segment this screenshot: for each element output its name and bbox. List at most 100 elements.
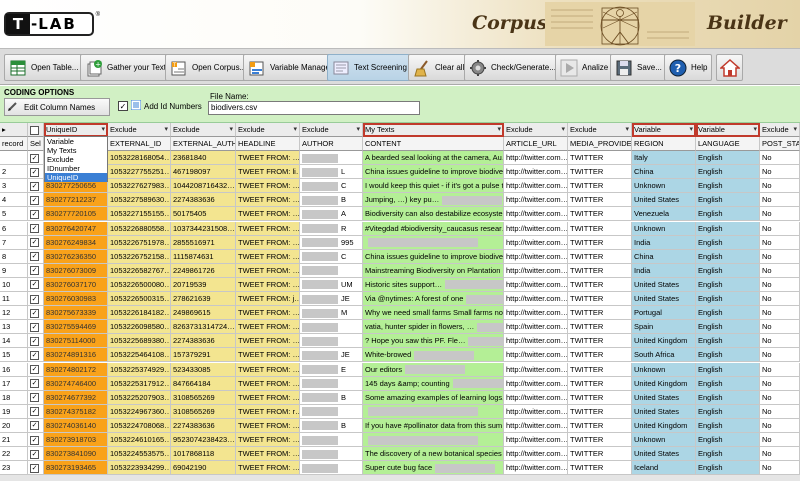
cell-content[interactable]: vatia, hunter spider in flowers, …: [363, 320, 504, 335]
row-select-checkbox[interactable]: ✓: [30, 379, 39, 389]
dropdown-option-idnumber[interactable]: IDnumber: [45, 164, 107, 173]
column-type-select-exclude[interactable]: Exclude ▾: [568, 123, 632, 137]
table-row[interactable]: 20 ✓ 830274036140 1053224708068… 2274383636 T…: [0, 418, 800, 433]
row-select-checkbox[interactable]: ✓: [30, 336, 39, 346]
cell-content[interactable]: If you have #pollinator data from this s…: [363, 418, 504, 433]
file-name-field[interactable]: biodivers.csv: [208, 101, 420, 115]
row-select-checkbox[interactable]: ✓: [30, 365, 39, 375]
chevron-down-icon[interactable]: ▾: [625, 123, 629, 136]
row-select-checkbox[interactable]: ✓: [30, 224, 39, 234]
row-select-checkbox[interactable]: ✓: [30, 209, 39, 219]
open-corpus-button[interactable]: T Open Corpus...: [165, 54, 252, 81]
row-select-checkbox[interactable]: ✓: [30, 266, 39, 276]
cell-content[interactable]: [363, 433, 504, 447]
cell-content[interactable]: Why we need small farms Small farms not…: [363, 306, 504, 321]
column-header-record[interactable]: record: [0, 137, 28, 151]
column-type-select-exclude[interactable]: Exclude ▾: [504, 123, 568, 137]
table-row[interactable]: 19 ✓ 830274375182 1053224967360… 3108565269 T…: [0, 404, 800, 419]
cell-content[interactable]: I would keep this quiet - if it's got a …: [363, 179, 504, 194]
cell-sel[interactable]: ✓: [28, 390, 44, 405]
row-select-checkbox[interactable]: ✓: [30, 463, 39, 473]
dropdown-option-uniqueid[interactable]: UniqueID: [45, 173, 107, 182]
row-select-checkbox[interactable]: ✓: [30, 322, 39, 332]
cell-sel[interactable]: ✓: [28, 277, 44, 292]
cell-content[interactable]: #Vitegdad #biodiversity_caucasus resear…: [363, 221, 504, 236]
cell-sel[interactable]: ✓: [28, 418, 44, 433]
cell-sel[interactable]: ✓: [28, 306, 44, 321]
row-select-checkbox[interactable]: ✓: [30, 393, 39, 403]
cell-content[interactable]: Historic sites support…: [363, 277, 504, 292]
column-header-content[interactable]: CONTENT: [363, 137, 504, 151]
analyze-button[interactable]: Analize: [555, 54, 614, 81]
column-header-media-provider[interactable]: MEDIA_PROVIDER: [568, 137, 632, 151]
table-row[interactable]: 8 ✓ 830276236350 1053226752158… 1115874631 TW…: [0, 249, 800, 264]
row-select-checkbox[interactable]: ✓: [30, 350, 39, 360]
cell-content[interactable]: Jumping, …) key pu…: [363, 193, 504, 208]
chevron-down-icon[interactable]: ▾: [689, 123, 693, 136]
help-button[interactable]: ? Help: [664, 54, 713, 81]
row-select-checkbox[interactable]: ✓: [30, 252, 39, 262]
table-row[interactable]: 15 ✓ 830274891316 1053225464108… 157379291 TW…: [0, 348, 800, 363]
select-all-checkbox-cell[interactable]: [28, 123, 44, 137]
row-select-checkbox[interactable]: ✓: [30, 421, 39, 431]
table-row[interactable]: 23 ✓ 830273193465 1053223934299… 69042190 TWE…: [0, 461, 800, 476]
cell-content[interactable]: Mainstreaming Biodiversity on Plantation…: [363, 263, 504, 278]
row-select-checkbox[interactable]: ✓: [30, 181, 39, 191]
cell-sel[interactable]: ✓: [28, 235, 44, 250]
cell-sel[interactable]: ✓: [28, 320, 44, 335]
table-row[interactable]: 16 ✓ 830274802172 1053225374929… 523433085 TW…: [0, 362, 800, 377]
home-button[interactable]: [716, 54, 743, 81]
cell-sel[interactable]: ✓: [28, 151, 44, 165]
column-type-select-variable[interactable]: Variable ▾: [696, 123, 760, 137]
cell-sel[interactable]: ✓: [28, 461, 44, 476]
column-header-headline[interactable]: HEADLINE: [236, 137, 300, 151]
table-row[interactable]: ✓ 1053228168054… 23681840 TWEET FROM: … A be…: [0, 151, 800, 165]
row-select-checkbox[interactable]: ✓: [30, 280, 39, 290]
chevron-down-icon[interactable]: ▾: [753, 123, 757, 136]
row-select-checkbox[interactable]: ✓: [30, 308, 39, 318]
cell-sel[interactable]: ✓: [28, 433, 44, 447]
table-row[interactable]: 21 ✓ 830273918703 1053224610165… 95230742384…: [0, 433, 800, 447]
cell-sel[interactable]: ✓: [28, 348, 44, 363]
cell-sel[interactable]: ✓: [28, 179, 44, 194]
dropdown-option-my-texts[interactable]: My Texts: [45, 146, 107, 155]
variable-manager-button[interactable]: Variable Manager: [243, 54, 338, 81]
cell-content[interactable]: The discovery of a new botanical species…: [363, 447, 504, 462]
edit-column-names-button[interactable]: Edit Column Names: [4, 98, 110, 116]
row-select-checkbox[interactable]: ✓: [30, 435, 39, 445]
column-type-select-exclude[interactable]: Exclude ▾: [171, 123, 236, 137]
cell-sel[interactable]: ✓: [28, 165, 44, 180]
cell-sel[interactable]: ✓: [28, 334, 44, 349]
column-header-sel[interactable]: Sel: [28, 137, 44, 151]
cell-content[interactable]: China issues guideline to improve biodiv…: [363, 249, 504, 264]
text-screening-button[interactable]: Text Screening: [327, 54, 412, 81]
cell-content[interactable]: 145 days &amp; counting: [363, 376, 504, 391]
table-row[interactable]: 4 ✓ 830277212237 1053227589630… 2274383636 TW…: [0, 193, 800, 208]
column-header-external-id[interactable]: EXTERNAL_ID: [108, 137, 171, 151]
select-all-checkbox[interactable]: [30, 125, 39, 135]
chevron-down-icon[interactable]: ▾: [293, 123, 297, 136]
cell-content[interactable]: China issues guideline to improve biodiv…: [363, 165, 504, 180]
table-row[interactable]: 3 ✓ 830277250656 1053227627983… 104420871643…: [0, 179, 800, 194]
cell-sel[interactable]: ✓: [28, 221, 44, 236]
table-row[interactable]: 7 ✓ 830276249834 1053226751978… 2855516971 TW…: [0, 235, 800, 250]
column-header-region[interactable]: REGION: [632, 137, 696, 151]
cell-sel[interactable]: ✓: [28, 362, 44, 377]
cell-sel[interactable]: ✓: [28, 404, 44, 419]
cell-sel[interactable]: ✓: [28, 376, 44, 391]
chevron-down-icon[interactable]: ▾: [561, 123, 565, 136]
dropdown-option-exclude[interactable]: Exclude: [45, 155, 107, 164]
gather-texts-button[interactable]: + Gather your Texts: [80, 54, 175, 81]
save-button[interactable]: Save...: [610, 54, 667, 81]
column-header-external-auth[interactable]: EXTERNAL_AUTH: [171, 137, 236, 151]
column-type-select-exclude[interactable]: Exclude ▾: [108, 123, 171, 137]
cell-sel[interactable]: ✓: [28, 292, 44, 306]
row-select-checkbox[interactable]: ✓: [30, 195, 39, 205]
column-type-select-exclude[interactable]: Exclude ▾: [236, 123, 300, 137]
column-header-article-url[interactable]: ARTICLE_URL: [504, 137, 568, 151]
cell-sel[interactable]: ✓: [28, 207, 44, 222]
row-select-checkbox[interactable]: ✓: [30, 407, 39, 417]
table-row[interactable]: 14 ✓ 830275114000 1053225689380… 2274383636 T…: [0, 334, 800, 349]
cell-content[interactable]: Super cute bug face: [363, 461, 504, 476]
row-select-checkbox[interactable]: ✓: [30, 238, 39, 248]
